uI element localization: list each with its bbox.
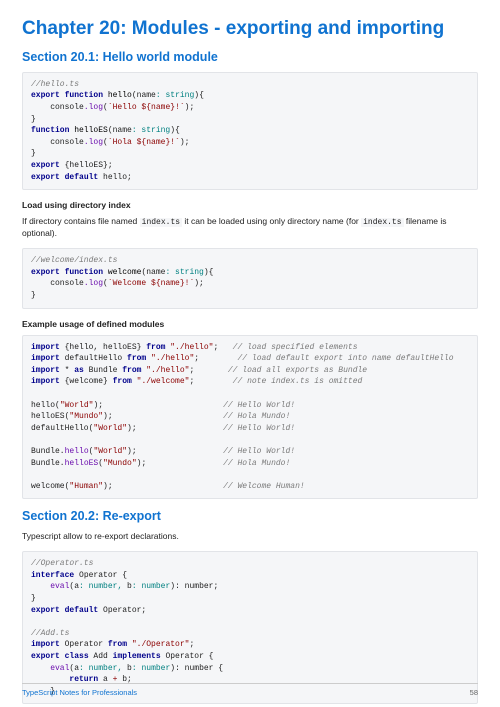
code-block-hello-ts: //hello.ts export function hello(name: s…: [22, 72, 478, 190]
footer-book-title: TypeScript Notes for Professionals: [22, 688, 137, 697]
section-20-2-title: Section 20.2: Re-export: [22, 509, 478, 523]
chapter-title: Chapter 20: Modules - exporting and impo…: [22, 18, 478, 40]
subheading-load-dir-index: Load using directory index: [22, 200, 478, 210]
code-block-operator: //Operator.ts interface Operator { eval(…: [22, 551, 478, 704]
section-20-1-title: Section 20.1: Hello world module: [22, 50, 478, 64]
subheading-example-usage: Example usage of defined modules: [22, 319, 478, 329]
paragraph-dir-index: If directory contains file named index.t…: [22, 216, 478, 240]
paragraph-reexport: Typescript allow to re-export declaratio…: [22, 531, 478, 543]
code-block-welcome-index: //welcome/index.ts export function welco…: [22, 248, 478, 308]
page-footer: TypeScript Notes for Professionals 58: [22, 683, 478, 697]
footer-page-number: 58: [470, 688, 478, 697]
code-block-usage: import {hello, helloES} from "./hello"; …: [22, 335, 478, 500]
